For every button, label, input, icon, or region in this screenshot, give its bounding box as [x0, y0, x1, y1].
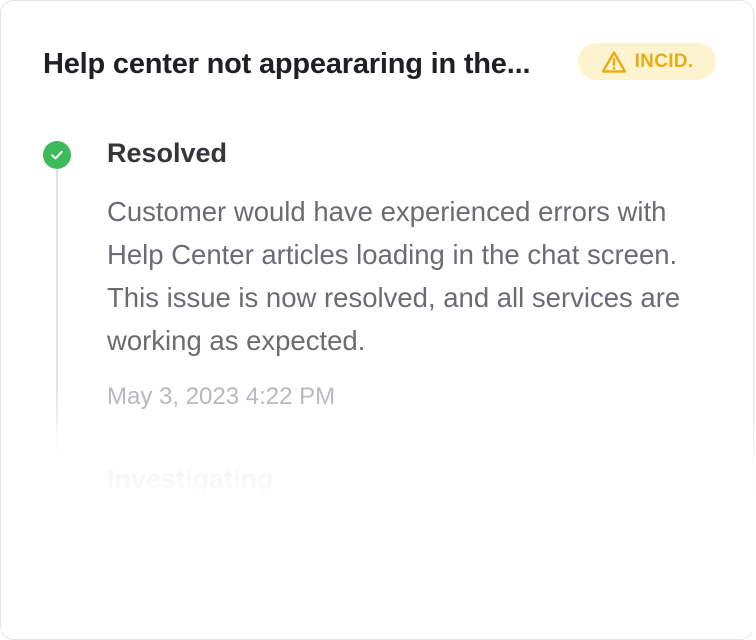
- update-status-label: Resolved: [107, 138, 228, 168]
- update-timestamp: May 3, 2023 4:22 PM: [107, 383, 336, 410]
- warning-triangle-icon: [601, 50, 627, 74]
- timeline-line: [56, 169, 58, 457]
- fade-overlay: [1, 421, 756, 632]
- check-circle-icon: [43, 141, 71, 169]
- update-status-label-investigating: Investigating: [107, 464, 274, 494]
- update-message: Customer would have experienced errors w…: [107, 196, 681, 356]
- incident-badge-label: INCID.: [634, 50, 694, 72]
- incident-title: Help center not appeararing in the...: [43, 48, 531, 80]
- incident-card[interactable]: Help center not appeararing in the... IN…: [0, 0, 756, 640]
- incident-badge: INCID.: [578, 43, 716, 80]
